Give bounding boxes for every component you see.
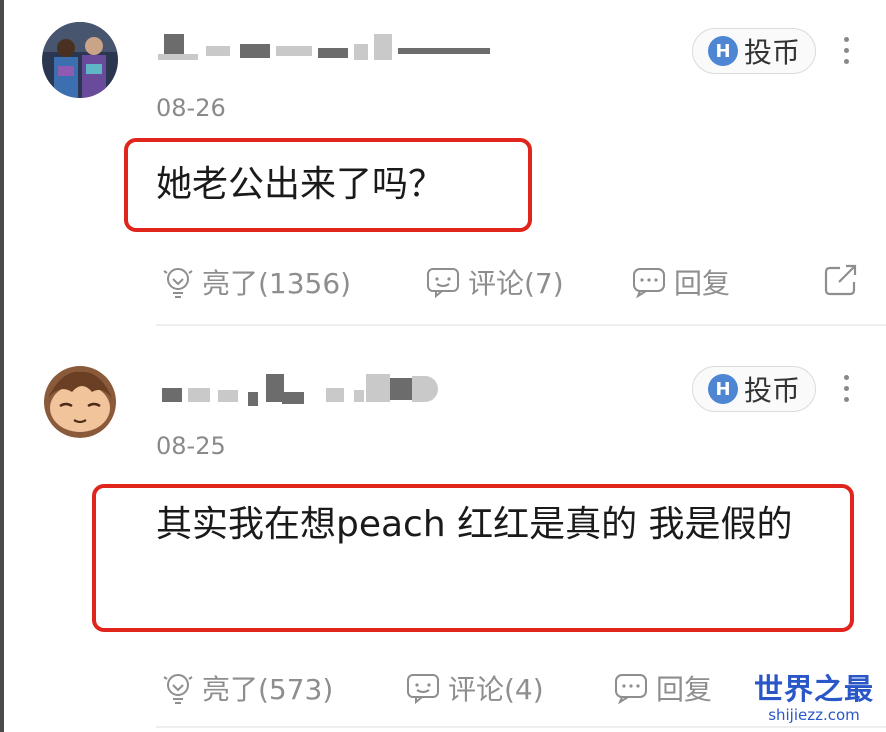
comment-text: 她老公出来了吗？: [156, 164, 445, 205]
watermark-url: shijiezz.com: [768, 706, 860, 724]
watermark-title: 世界之最: [753, 672, 874, 706]
reply-icon: [633, 268, 665, 298]
comment-text: 其实我在想peach 红红是真的 我是假的: [156, 504, 793, 545]
window-edge: [0, 0, 4, 732]
divider: [156, 324, 886, 326]
coin-button-label: 投币: [743, 374, 800, 407]
comment-label: 评论(4): [448, 673, 544, 706]
reply-label: 回复: [674, 267, 731, 300]
more-icon[interactable]: [836, 30, 856, 70]
share-button[interactable]: [824, 264, 858, 296]
username-blurred[interactable]: [158, 372, 438, 412]
coin-icon: H: [707, 36, 738, 66]
avatar[interactable]: [42, 362, 118, 438]
comment-icon: [407, 674, 439, 704]
like-label: 亮了(573): [202, 673, 334, 706]
coin-icon: H: [707, 374, 738, 404]
like-label: 亮了(1356): [202, 267, 352, 300]
comment-date: 08-25: [156, 432, 226, 460]
lightbulb-icon: [163, 268, 193, 298]
avatar[interactable]: [42, 22, 118, 98]
divider: [156, 726, 886, 728]
reply-button[interactable]: 回复: [614, 668, 712, 708]
lightbulb-icon: [163, 674, 193, 704]
more-icon[interactable]: [836, 368, 856, 408]
like-button[interactable]: 亮了(1356): [162, 262, 351, 302]
watermark: 世界之最 shijiezz.com: [748, 672, 880, 724]
like-button[interactable]: 亮了(573): [162, 668, 333, 708]
comment-date: 08-26: [156, 94, 226, 122]
comment-icon: [427, 268, 459, 298]
reply-label: 回复: [656, 673, 713, 706]
username-blurred[interactable]: [158, 30, 490, 70]
coin-button-label: 投币: [743, 36, 800, 69]
share-icon: [824, 264, 857, 296]
coin-button[interactable]: H 投币: [692, 28, 816, 74]
reply-button[interactable]: 回复: [632, 262, 730, 302]
comment-button[interactable]: 评论(4): [406, 668, 544, 708]
coin-button[interactable]: H 投币: [692, 366, 816, 412]
comment-button[interactable]: 评论(7): [426, 262, 564, 302]
reply-icon: [615, 674, 647, 704]
comment-label: 评论(7): [468, 267, 564, 300]
